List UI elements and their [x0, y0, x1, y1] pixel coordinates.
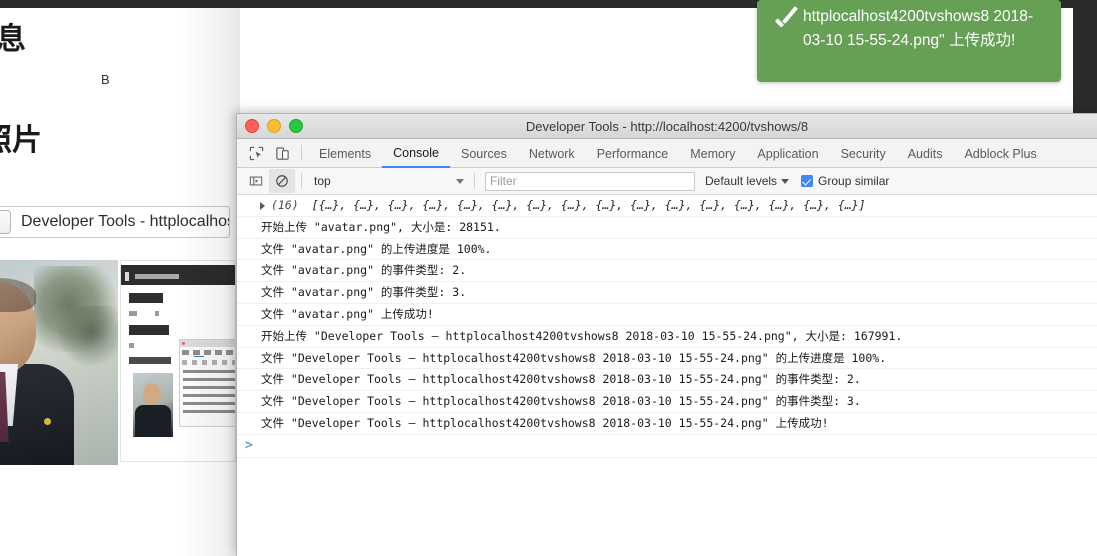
thumb-photo [133, 373, 173, 437]
toast-message: httplocalhost4200tvshows8 2018-03-10 15-… [803, 8, 1034, 49]
group-similar-toggle[interactable]: Group similar [801, 174, 889, 188]
tab-security[interactable]: Security [830, 140, 897, 167]
array-preview: [{…}, {…}, {…}, {…}, {…}, {…}, {…}, {…},… [311, 198, 866, 212]
minimize-window-button[interactable] [267, 119, 281, 133]
tab-adblock-plus[interactable]: Adblock Plus [953, 140, 1047, 167]
devtools-titlebar[interactable]: Developer Tools - http://localhost:4200/… [237, 114, 1097, 139]
toolbar-divider [301, 145, 302, 161]
page-heading-basic-info: 信息 [0, 23, 26, 56]
page-edge-shadow [180, 8, 240, 556]
close-window-button[interactable] [245, 119, 259, 133]
console-array-entry[interactable]: (16) [{…}, {…}, {…}, {…}, {…}, {…}, {…},… [237, 195, 1097, 217]
console-log-line: 文件 "avatar.png" 的上传进度是 100%. [237, 239, 1097, 261]
tab-audits[interactable]: Audits [897, 140, 954, 167]
console-log-line: 文件 "avatar.png" 的事件类型: 2. [237, 260, 1097, 283]
uploaded-photo-preview [0, 260, 118, 465]
thumb-heading-two [129, 325, 169, 335]
chevron-down-icon [781, 178, 790, 184]
console-output[interactable]: (16) [{…}, {…}, {…}, {…}, {…}, {…}, {…},… [237, 195, 1097, 556]
console-log-line: 文件 "Developer Tools – httplocalhost4200t… [237, 369, 1097, 392]
photo-lapel-pin [44, 418, 51, 425]
console-log-line: 开始上传 "avatar.png", 大小是: 28151. [237, 217, 1097, 239]
console-filter-input[interactable]: Filter [485, 171, 695, 191]
devtools-window[interactable]: Developer Tools - http://localhost:4200/… [236, 113, 1097, 556]
photo-foliage-secondary [58, 306, 118, 370]
tab-memory[interactable]: Memory [679, 140, 746, 167]
expand-triangle-icon[interactable] [260, 202, 265, 210]
tab-elements[interactable]: Elements [308, 140, 382, 167]
log-levels-value: Default levels [705, 174, 778, 188]
thumb-photo-face [143, 383, 161, 405]
console-toolbar[interactable]: top Filter Default levels Group similar [237, 168, 1097, 195]
tab-console[interactable]: Console [382, 139, 450, 168]
group-similar-checkbox[interactable] [801, 175, 814, 187]
letter-b-label: B [101, 72, 110, 87]
thumb-topbar-text [135, 274, 179, 279]
console-prompt[interactable]: > [237, 435, 1097, 458]
device-toolbar-icon[interactable] [269, 141, 295, 165]
execution-context-select[interactable]: top [310, 172, 468, 190]
tab-sources[interactable]: Sources [450, 140, 518, 167]
right-dark-bar [1073, 0, 1097, 122]
devtools-tabstrip[interactable]: Elements Console Sources Network Perform… [237, 139, 1097, 168]
execution-context-value: top [314, 174, 331, 188]
thumb-subtext-two [129, 343, 134, 348]
thumb-topbar-icon [125, 272, 129, 281]
tab-application[interactable]: Application [746, 140, 829, 167]
group-similar-label: Group similar [818, 174, 890, 188]
console-log-line: 文件 "Developer Tools – httplocalhost4200t… [237, 348, 1097, 370]
chevron-down-icon [456, 178, 464, 184]
clear-console-icon[interactable] [269, 169, 295, 193]
page-heading-photos: 剧照片 [0, 124, 42, 157]
console-log-line: 文件 "avatar.png" 的事件类型: 3. [237, 282, 1097, 304]
check-icon [771, 10, 803, 44]
prompt-caret-icon: > [245, 437, 253, 453]
choose-file-button[interactable] [0, 210, 11, 234]
thumb-subtext-one [129, 311, 137, 316]
tab-network[interactable]: Network [518, 140, 586, 167]
console-log-line: 文件 "Developer Tools – httplocalhost4200t… [237, 413, 1097, 435]
console-toolbar-divider-2 [474, 173, 475, 189]
window-title: Developer Tools - http://localhost:4200/… [525, 118, 809, 134]
console-log-line: 文件 "avatar.png" 上传成功! [237, 304, 1097, 326]
console-log-line: 文件 "Developer Tools – httplocalhost4200t… [237, 391, 1097, 413]
maximize-window-button[interactable] [289, 119, 303, 133]
inspect-element-icon[interactable] [243, 141, 269, 165]
thumb-file-label [129, 357, 171, 364]
console-toolbar-divider [301, 173, 302, 189]
array-count: (16) [271, 198, 299, 212]
console-sidebar-icon[interactable] [243, 169, 269, 193]
upload-success-toast[interactable]: httplocalhost4200tvshows8 2018-03-10 15-… [757, 0, 1061, 82]
console-log-line: 开始上传 "Developer Tools – httplocalhost420… [237, 326, 1097, 348]
thumb-heading-one [129, 293, 163, 303]
thumb-subtext-one-b [155, 311, 159, 316]
thumb-photo-body [135, 405, 171, 437]
log-levels-select[interactable]: Default levels [705, 174, 790, 188]
tab-performance[interactable]: Performance [586, 140, 680, 167]
